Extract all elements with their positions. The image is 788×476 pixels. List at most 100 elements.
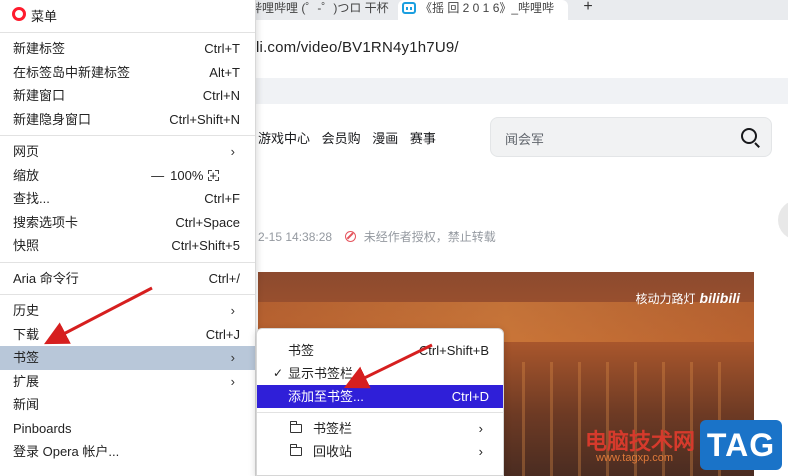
menu-item-new-private-window[interactable]: 新建隐身窗口 Ctrl+Shift+N — [0, 108, 255, 132]
new-tab-button[interactable]: + — [578, 0, 598, 16]
watermark-url: www.tagxp.com — [596, 452, 674, 464]
bookmarks-submenu: 书签 Ctrl+Shift+B ✓ 显示书签栏 添加至书签... Ctrl+D 书签栏… — [256, 328, 504, 476]
menu-item-shortcut: Ctrl+N — [202, 88, 240, 103]
search-input[interactable]: 闻会军 — [505, 129, 544, 148]
menu-item-news[interactable]: 新闻 — [0, 393, 255, 417]
menu-item-label: 缩放 — [13, 167, 40, 183]
tag-logo: TAG — [700, 420, 782, 470]
repost-notice: 未经作者授权，禁止转载 — [363, 230, 496, 244]
menu-item-downloads[interactable]: 下载 Ctrl+J — [0, 323, 255, 347]
menu-item-label: 下载 — [13, 326, 40, 342]
menu-item-pinboards[interactable]: Pinboards — [0, 417, 255, 441]
menu-item-sign-in[interactable]: 登录 Opera 帐户... — [0, 440, 255, 464]
menu-item-shortcut: Ctrl+Shift+5 — [171, 238, 240, 253]
submenu-item-bookmarks[interactable]: 书签 Ctrl+Shift+B — [257, 339, 503, 362]
menu-item-history[interactable]: 历史 › — [0, 299, 255, 323]
divider — [257, 412, 503, 413]
submenu-item-show-bookmarks-bar[interactable]: ✓ 显示书签栏 — [257, 362, 503, 385]
submenu-item-trash-folder[interactable]: 回收站 › — [257, 440, 503, 463]
menu-item-aria[interactable]: Aria 命令行 Ctrl+/ — [0, 267, 255, 291]
chevron-right-icon: › — [230, 350, 235, 365]
chevron-right-icon: › — [478, 421, 483, 436]
menu-header[interactable]: 菜单 — [0, 0, 255, 28]
opera-main-menu: 菜单 新建标签 Ctrl+T 在标签岛中新建标签 Alt+T 新建窗口 Ctrl+N … — [0, 0, 256, 476]
folder-icon — [289, 421, 302, 433]
menu-item-label: 扩展 — [13, 373, 40, 389]
tab-video[interactable]: 《摇 回 2 0 1 6》_哔哩哔 — [398, 0, 568, 20]
submenu-item-label: 显示书签栏 — [288, 366, 354, 381]
tab-bilibili-home[interactable]: 哔哩哔哩 (゜-゜)つロ 干杯 — [250, 0, 395, 20]
folder-icon — [289, 444, 302, 456]
address-url[interactable]: li.com/video/BV1RN4y1h7U9/ — [256, 39, 459, 56]
zoom-control: —100% + — [145, 164, 217, 188]
menu-item-label: 新建隐身窗口 — [13, 111, 92, 127]
chevron-right-icon: › — [230, 373, 235, 389]
nav-item-manga[interactable]: 漫画 — [372, 131, 398, 146]
menu-item-extensions[interactable]: 扩展 › — [0, 370, 255, 394]
menu-item-search-tabs[interactable]: 搜索选项卡 Ctrl+Space — [0, 211, 255, 235]
menu-item-label: 书签 — [13, 350, 40, 365]
submenu-top-pad — [257, 329, 503, 339]
chevron-right-icon: › — [478, 444, 483, 459]
bilibili-tv-icon — [402, 2, 416, 14]
menu-item-snapshot[interactable]: 快照 Ctrl+Shift+5 — [0, 234, 255, 258]
menu-item-page[interactable]: 网页 › — [0, 140, 255, 164]
opera-logo-icon — [12, 7, 26, 21]
menu-item-label: 在标签岛中新建标签 — [13, 64, 131, 80]
menu-item-label: 新建标签 — [13, 41, 66, 56]
menu-item-bookmarks[interactable]: 书签 › — [0, 346, 255, 370]
uploader-label: 核动力路灯 — [635, 292, 696, 306]
menu-item-find[interactable]: 查找... Ctrl+F — [0, 187, 255, 211]
submenu-item-add-to-bookmarks[interactable]: 添加至书签... Ctrl+D — [257, 385, 503, 408]
menu-item-label: 历史 — [13, 303, 40, 318]
menu-item-shortcut: Ctrl+J — [205, 326, 240, 342]
no-repost-icon — [345, 231, 357, 242]
menu-item-new-window[interactable]: 新建窗口 Ctrl+N — [0, 84, 255, 108]
fullscreen-icon[interactable] — [208, 169, 219, 181]
menu-item-label: 登录 Opera 帐户... — [13, 444, 120, 459]
divider — [0, 135, 255, 136]
menu-item-shortcut: Ctrl+Space — [175, 214, 240, 230]
video-meta: 2-15 14:38:28 未经作者授权，禁止转载 — [258, 228, 496, 245]
zoom-level: 100% — [170, 167, 204, 183]
site-nav: 游戏中心 会员购 漫画 赛事 — [258, 128, 444, 147]
menu-item-label: 查找... — [13, 191, 50, 206]
menu-item-label: 快照 — [13, 238, 40, 253]
menu-item-new-tab[interactable]: 新建标签 Ctrl+T — [0, 37, 255, 61]
submenu-item-label: 添加至书签... — [288, 389, 364, 404]
divider — [0, 261, 255, 263]
menu-item-shortcut: Alt+T — [209, 64, 240, 80]
menu-item-label: Pinboards — [13, 420, 72, 436]
publish-time: 2-15 14:38:28 — [258, 230, 333, 244]
menu-item-label: 搜索选项卡 — [13, 214, 79, 230]
submenu-item-label: 回收站 — [313, 444, 353, 459]
search-icon[interactable] — [741, 128, 757, 144]
site-search[interactable]: 闻会军 — [490, 117, 772, 157]
submenu-item-label: 书签栏 — [313, 421, 353, 436]
video-watermark: 核动力路灯 bilibili — [636, 290, 740, 307]
submenu-item-bookmarks-bar-folder[interactable]: 书签栏 › — [257, 417, 503, 440]
menu-item-label: 新闻 — [13, 397, 40, 412]
menu-item-shortcut: Ctrl+F — [204, 191, 240, 206]
avatar[interactable] — [778, 200, 788, 240]
menu-item-shortcut: Ctrl+T — [204, 41, 240, 56]
menu-item-shortcut: Ctrl+/ — [208, 270, 240, 286]
divider — [0, 294, 255, 295]
zoom-out-button[interactable]: — — [151, 168, 164, 183]
nav-item-shop[interactable]: 会员购 — [322, 131, 361, 146]
chevron-right-icon: › — [230, 144, 235, 159]
nav-item-esports[interactable]: 赛事 — [410, 131, 436, 146]
menu-item-shortcut: Ctrl+D — [451, 389, 489, 404]
menu-item-shortcut: Ctrl+Shift+N — [169, 111, 240, 127]
menu-item-shortcut: Ctrl+Shift+B — [418, 343, 489, 358]
menu-title: 菜单 — [31, 9, 58, 24]
nav-item-game[interactable]: 游戏中心 — [258, 131, 310, 146]
menu-item-label: 网页 — [13, 144, 40, 159]
chevron-right-icon: › — [230, 303, 235, 318]
tab-title: 哔哩哔哩 (゜-゜)つロ 干杯 — [250, 1, 389, 15]
menu-item-new-tab-in-island[interactable]: 在标签岛中新建标签 Alt+T — [0, 61, 255, 85]
checkmark-icon: ✓ — [273, 366, 284, 380]
tab-title: 《摇 回 2 0 1 6》_哔哩哔 — [420, 1, 555, 15]
submenu-item-label: 书签 — [288, 343, 315, 358]
bilibili-logo: bilibili — [699, 290, 740, 306]
